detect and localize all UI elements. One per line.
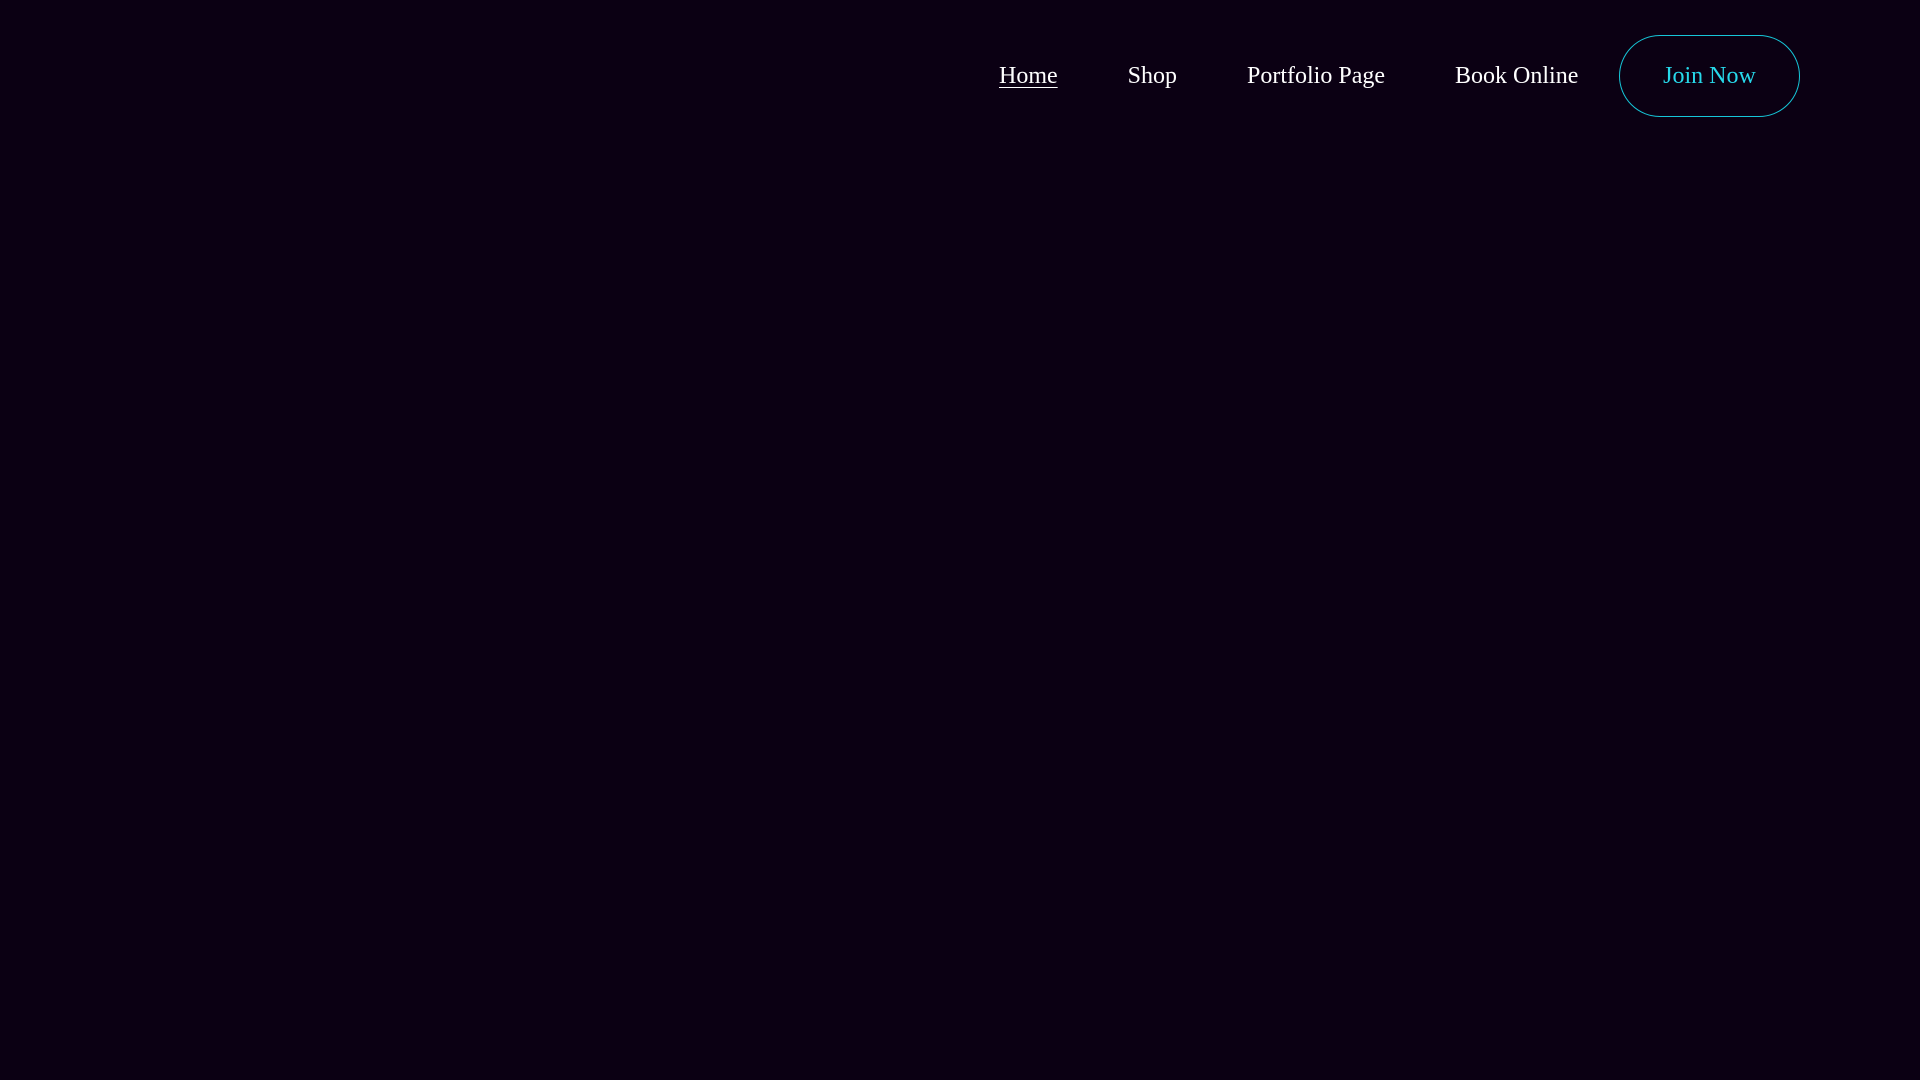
site-header: Home Shop Portfolio Page Book Online Joi… <box>0 0 1920 152</box>
nav-item-home[interactable]: Home <box>999 60 1058 92</box>
nav-item-portfolio-page[interactable]: Portfolio Page <box>1247 60 1385 92</box>
main-navigation: Home Shop Portfolio Page Book Online <box>999 60 1578 92</box>
nav-item-shop[interactable]: Shop <box>1128 60 1177 92</box>
page-background: Home Shop Portfolio Page Book Online Joi… <box>0 0 1920 1080</box>
join-now-button[interactable]: Join Now <box>1619 35 1800 117</box>
join-now-button-label: Join Now <box>1663 63 1756 89</box>
nav-item-book-online[interactable]: Book Online <box>1455 60 1578 92</box>
